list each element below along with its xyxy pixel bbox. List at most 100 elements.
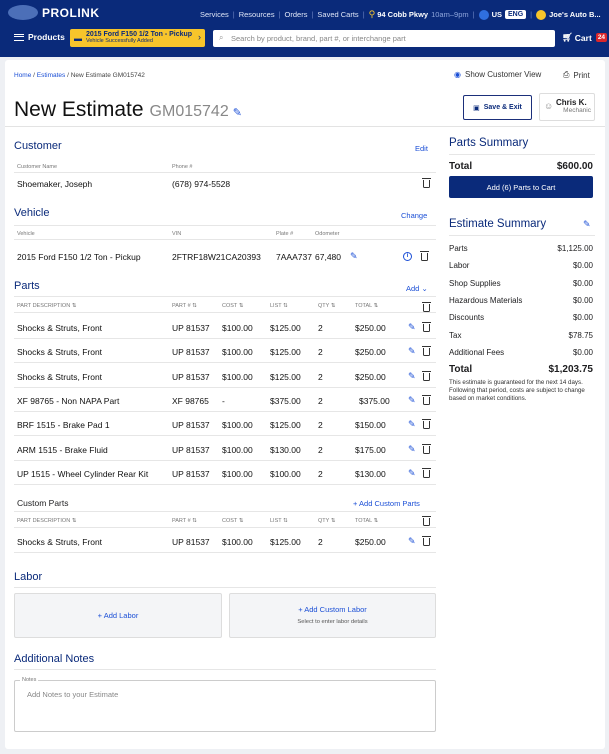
cart-button[interactable]: 🛒︎ Cart 24 [562,32,608,43]
cell-total: $375.00 [359,395,390,406]
language-selector[interactable]: ENG [505,10,527,19]
breadcrumb-home[interactable]: Home [14,72,31,79]
estimate-total-row: Total $1,203.75 [449,364,593,375]
edit-row-pencil-icon[interactable]: ✎ [408,395,416,406]
cell-cost: $100.00 [222,537,253,547]
edit-title-pencil-icon[interactable]: ✎ [233,107,242,119]
parts-add-dropdown[interactable]: Add ⌄ [406,284,428,293]
delete-row-trash-icon[interactable] [422,419,431,430]
add-custom-parts-link[interactable]: + Add Custom Parts [353,499,420,508]
delete-row-trash-icon[interactable] [422,536,431,546]
products-label: Products [28,32,65,42]
breadcrumb: Home / Estimates / New Estimate GM015742 [14,72,145,79]
labor-section-title: Labor [14,571,43,583]
estimate-summary-label: Shop Supplies [449,278,501,288]
cell-qty: 2 [318,537,323,547]
cell-part: UP 81537 [172,347,210,358]
add-labor-button[interactable]: + Add Labor [14,593,222,638]
add-custom-labor-button[interactable]: + Add Custom Labor Select to enter labor… [229,593,436,638]
edit-row-pencil-icon[interactable]: ✎ [408,444,416,455]
estimate-summary-row: Hazardous Materials $0.00 [449,296,593,305]
delete-row-trash-icon[interactable] [422,443,431,454]
edit-odometer-pencil-icon[interactable]: ✎ [350,251,358,262]
vehicle-info-icon[interactable]: i [403,252,412,261]
customer-delete-icon[interactable] [422,178,431,188]
edit-row-pencil-icon[interactable]: ✎ [408,371,416,382]
edit-row-pencil-icon[interactable]: ✎ [408,322,416,333]
delete-row-trash-icon[interactable] [422,467,431,478]
hamburger-icon [14,33,24,41]
column-header-cost[interactable]: COST ⇅ [222,303,243,309]
edit-row-pencil-icon[interactable]: ✎ [408,346,416,357]
printer-icon: ⎙ [563,70,570,79]
estimate-summary-label: Hazardous Materials [449,295,523,305]
vehicle-delete-icon[interactable] [420,251,429,261]
cell-part: XF 98765 [172,395,209,406]
print-button[interactable]: ⎙ Print [563,70,590,80]
delete-row-trash-icon[interactable] [422,394,431,405]
parts-summary-total-value: $600.00 [556,161,593,172]
account-name[interactable]: Joe's Auto B... [549,10,601,19]
cell-desc: UP 1515 - Wheel Cylinder Rear Kit [17,468,149,479]
customer-edit-link[interactable]: Edit [415,144,428,153]
column-header-part[interactable]: PART # ⇅ [172,303,197,309]
nav-resources[interactable]: Resources [239,10,275,19]
cell-desc: ARM 1515 - Brake Fluid [17,444,108,455]
cell-desc: XF 98765 - Non NAPA Part [17,395,120,406]
search-input[interactable]: ⌕ Search by product, brand, part #, or i… [213,30,555,47]
vin-header: VIN [172,231,182,237]
column-header-total[interactable]: TOTAL ⇅ [355,303,378,309]
notes-textarea[interactable]: Notes Add Notes to your Estimate [14,677,436,732]
chevron-down-icon: ⌄ [421,284,428,293]
cell-list: $375.00 [270,395,301,406]
cell-part: UP 81537 [172,371,210,382]
column-header-qty[interactable]: QTY ⇅ [318,303,335,309]
delete-row-trash-icon[interactable] [422,370,431,381]
store-address[interactable]: 94 Cobb Pkwy [377,10,428,19]
edit-row-pencil-icon[interactable]: ✎ [408,468,416,479]
column-header-list[interactable]: LIST ⇅ [270,303,288,309]
selected-vehicle-pill[interactable]: ▬ 2015 Ford F150 1/2 Ton - Pickup Vehicl… [70,29,205,47]
vehicle-change-link[interactable]: Change [401,211,427,220]
delete-row-trash-icon[interactable] [422,322,431,332]
page-title-text: New Estimate [14,98,144,121]
column-header-part[interactable]: PART # ⇅ [172,518,197,524]
notes-placeholder: Add Notes to your Estimate [27,690,119,699]
nav-services[interactable]: Services [200,10,229,19]
logo-text: PROLINK [42,5,100,20]
custom-parts-top-line [14,511,436,512]
estimate-summary-row: Shop Supplies $0.00 [449,279,593,288]
parts-summary-total-label: Total [449,161,473,172]
column-header-list[interactable]: LIST ⇅ [270,518,288,524]
cell-desc: Shocks & Struts, Front [17,347,103,358]
column-header-desc[interactable]: PART DESCRIPTION ⇅ [17,303,76,309]
cell-cost: $100.00 [222,371,253,382]
cell-qty: 2 [318,444,323,455]
column-header-qty[interactable]: QTY ⇅ [318,518,335,524]
edit-row-pencil-icon[interactable]: ✎ [408,419,416,430]
user-badge[interactable]: ☺ Chris K. Mechanic [539,93,595,121]
edit-estimate-summary-pencil-icon[interactable]: ✎ [583,219,591,230]
nav-saved-carts[interactable]: Saved Carts [317,10,358,19]
parts-delete-all-icon[interactable] [422,302,431,312]
country-selector[interactable]: US [492,10,502,19]
add-parts-to-cart-button[interactable]: Add (6) Parts to Cart [449,176,593,198]
cell-cost: $100.00 [222,323,253,333]
custom-parts-header-line [14,527,436,528]
column-header-desc[interactable]: PART DESCRIPTION ⇅ [17,518,76,524]
add-custom-labor-label: + Add Custom Labor [298,605,367,614]
save-exit-button[interactable]: ▣ Save & Exit [463,95,532,120]
notes-label: Notes [20,677,39,683]
eye-slash-icon: ◉ [454,70,461,79]
nav-orders[interactable]: Orders [285,10,308,19]
column-header-cost[interactable]: COST ⇅ [222,518,243,524]
prolink-logo[interactable]: PROLINK [8,5,100,20]
edit-row-pencil-icon[interactable]: ✎ [408,536,416,547]
show-customer-view-button[interactable]: ◉ Show Customer View [454,70,541,79]
custom-parts-delete-all-icon[interactable] [422,516,431,526]
breadcrumb-estimates[interactable]: Estimates [37,72,66,79]
products-menu-button[interactable]: Products [14,32,65,42]
delete-row-trash-icon[interactable] [422,346,431,357]
column-header-total[interactable]: TOTAL ⇅ [355,518,378,524]
cell-qty: 2 [318,347,323,358]
